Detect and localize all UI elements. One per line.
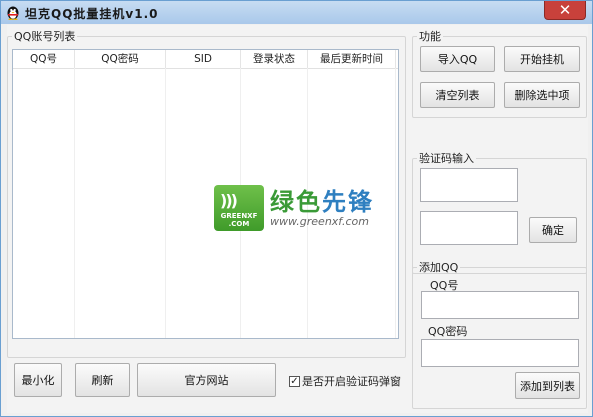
delete-selected-button[interactable]: 删除选中项 (504, 82, 580, 108)
close-icon: ✕ (558, 1, 572, 19)
start-hosting-button[interactable]: 开始挂机 (504, 46, 580, 72)
app-window: 坦克QQ批量挂机v1.0 ✕ QQ账号列表 QQ号 QQ密码 SID 登录状态 … (0, 0, 593, 417)
minimize-button[interactable]: 最小化 (14, 363, 62, 397)
column-header-qq[interactable]: QQ号 (13, 50, 75, 68)
column-header-login-status[interactable]: 登录状态 (241, 50, 308, 68)
qq-number-input[interactable] (421, 291, 579, 319)
column-divider (75, 68, 166, 338)
column-header-sid[interactable]: SID (166, 50, 241, 68)
captcha-confirm-button[interactable]: 确定 (529, 217, 577, 243)
captcha-group-label: 验证码输入 (419, 152, 474, 165)
list-body (13, 68, 398, 338)
checkmark-icon: ✓ (290, 375, 299, 387)
account-list-group-label: QQ账号列表 (14, 30, 76, 43)
column-divider (308, 68, 396, 338)
add-qq-group-label: 添加QQ (419, 261, 459, 274)
client-area: QQ账号列表 QQ号 QQ密码 SID 登录状态 最后更新时间 功能 导入QQ … (7, 25, 588, 413)
captcha-popup-label: 是否开启验证码弹窗 (302, 375, 401, 388)
refresh-button[interactable]: 刷新 (75, 363, 130, 397)
column-divider (13, 68, 75, 338)
add-to-list-button[interactable]: 添加到列表 (515, 372, 580, 399)
title-bar[interactable]: 坦克QQ批量挂机v1.0 ✕ (1, 1, 592, 24)
column-header-last-update[interactable]: 最后更新时间 (308, 50, 396, 68)
close-button[interactable]: ✕ (544, 1, 586, 20)
column-header-password[interactable]: QQ密码 (75, 50, 166, 68)
captcha-popup-toggle[interactable]: ✓ 是否开启验证码弹窗 (289, 373, 401, 389)
window-title: 坦克QQ批量挂机v1.0 (25, 7, 159, 21)
official-website-button[interactable]: 官方网站 (137, 363, 276, 397)
account-list-table[interactable]: QQ号 QQ密码 SID 登录状态 最后更新时间 (12, 49, 399, 339)
captcha-popup-checkbox[interactable]: ✓ (289, 375, 300, 387)
list-header: QQ号 QQ密码 SID 登录状态 最后更新时间 (13, 50, 398, 69)
qq-password-input[interactable] (421, 339, 579, 367)
functions-group-label: 功能 (419, 30, 441, 43)
clear-list-button[interactable]: 清空列表 (420, 82, 495, 108)
import-qq-button[interactable]: 导入QQ (420, 46, 495, 72)
qq-penguin-icon (7, 6, 19, 20)
captcha-input[interactable] (420, 211, 518, 245)
column-divider (166, 68, 241, 338)
captcha-image (420, 168, 518, 202)
qq-password-label: QQ密码 (428, 325, 468, 338)
column-divider (241, 68, 308, 338)
